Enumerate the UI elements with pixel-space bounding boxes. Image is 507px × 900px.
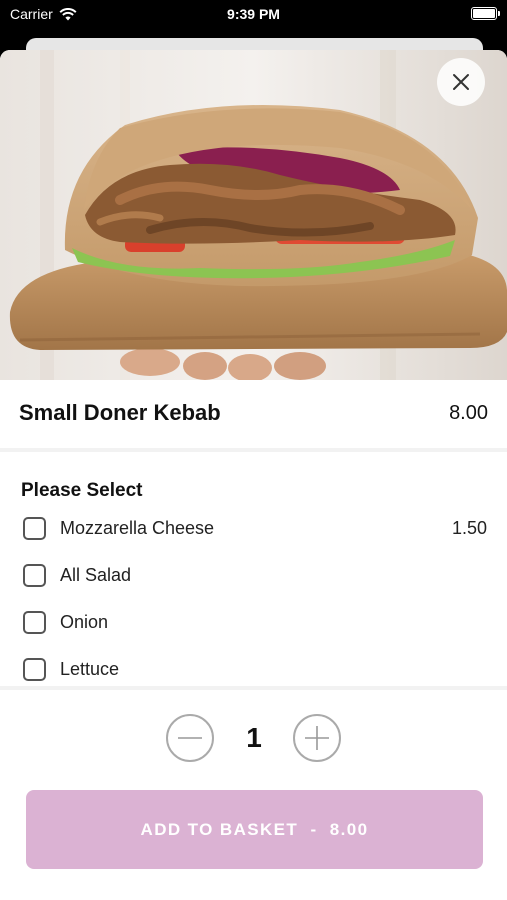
- checkbox[interactable]: [23, 658, 46, 681]
- product-header: Small Doner Kebab 8.00: [0, 380, 507, 452]
- status-time: 9:39 PM: [227, 6, 280, 22]
- minus-icon: [178, 737, 202, 739]
- increase-quantity-button[interactable]: [293, 714, 341, 762]
- plus-icon: [305, 726, 329, 750]
- product-sheet: Small Doner Kebab 8.00 Please Select Moz…: [0, 50, 507, 900]
- option-mozzarella-cheese[interactable]: Mozzarella Cheese 1.50: [0, 509, 507, 549]
- option-label: Onion: [60, 612, 109, 632]
- close-icon: [453, 74, 469, 90]
- option-price: 1.50: [451, 518, 487, 538]
- option-label: All Salad: [60, 565, 132, 585]
- checkbox[interactable]: [23, 611, 46, 634]
- close-button[interactable]: [437, 58, 485, 106]
- decrease-quantity-button[interactable]: [166, 714, 214, 762]
- options-title: Please Select: [21, 480, 143, 501]
- options-section: Please Select Mozzarella Cheese 1.50 All…: [0, 460, 507, 690]
- status-bar: Carrier 9:39 PM: [0, 0, 507, 30]
- checkbox[interactable]: [23, 517, 46, 540]
- option-onion[interactable]: Onion: [0, 603, 507, 643]
- product-price: 8.00: [449, 402, 488, 424]
- battery-icon: [471, 7, 500, 20]
- product-image: [0, 50, 507, 380]
- product-title: Small Doner Kebab: [19, 400, 221, 425]
- checkbox[interactable]: [23, 564, 46, 587]
- option-label: Mozzarella Cheese: [60, 518, 215, 538]
- quantity-stepper: 1: [0, 712, 507, 764]
- option-all-salad[interactable]: All Salad: [0, 556, 507, 596]
- add-to-basket-label: ADD TO BASKET - 8.00: [140, 819, 369, 839]
- option-label: Lettuce: [60, 659, 120, 679]
- option-lettuce[interactable]: Lettuce: [0, 650, 507, 690]
- add-to-basket-button[interactable]: ADD TO BASKET - 8.00: [26, 790, 483, 869]
- divider: [0, 686, 507, 690]
- quantity-value: 1: [246, 722, 262, 753]
